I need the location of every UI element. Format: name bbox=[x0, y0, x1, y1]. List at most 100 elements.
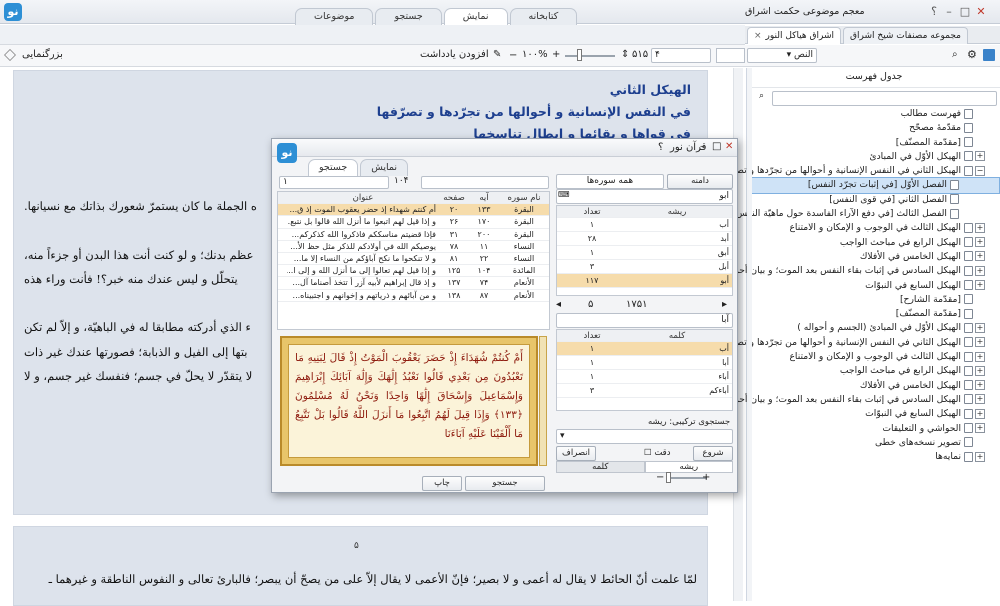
toc-item[interactable]: + الهیکل السادس في إثبات بقاء النفس بعد ا… bbox=[722, 264, 999, 278]
expand-icon[interactable]: + bbox=[975, 408, 985, 419]
result-row[interactable]: الأنعام ۷۴ ۱۳۷ و إذ قال إبراهيم لأبيه آزر أ… bbox=[278, 277, 549, 290]
toc-item[interactable]: تصویر نسخه‌های خطی bbox=[749, 436, 999, 450]
toc-item[interactable]: + الهیکل السابع في النبوّات bbox=[749, 407, 999, 421]
toc-item[interactable]: + نمایه‌ها bbox=[749, 450, 999, 464]
toc-search-input[interactable] bbox=[772, 91, 997, 106]
expand-icon[interactable]: + bbox=[975, 237, 985, 248]
toc-item[interactable]: − الهیکل الثاني في النفس الإنسانية و أحوا… bbox=[705, 164, 999, 178]
result-row[interactable]: البقرة ۲۰۰ ۳۱ فإذا قضيتم مناسككم فاذكروا ال… bbox=[278, 229, 549, 241]
result-row[interactable]: النساء ۱۱ ۷۸ يوصيكم الله في أولادكم للذكر م… bbox=[278, 241, 549, 253]
page-up-icon[interactable]: ⇕ bbox=[621, 49, 629, 60]
toc-item[interactable]: + الهیکل الثالث في الوجوب و الإمكان و الا… bbox=[749, 221, 999, 235]
word-row[interactable]: أبا ۱ bbox=[557, 356, 732, 371]
search-icon[interactable]: ⌕ bbox=[952, 49, 958, 60]
mode-select[interactable]: النص ▾ bbox=[747, 48, 817, 63]
toc-item[interactable]: [مقدّمة المصنّف] bbox=[749, 307, 999, 321]
expand-icon[interactable]: + bbox=[975, 151, 985, 162]
help-icon[interactable]: ؟ bbox=[927, 5, 941, 19]
mode-select-left[interactable] bbox=[716, 48, 745, 63]
word-row[interactable]: أب ۱ bbox=[557, 342, 732, 357]
mode-tab-word[interactable]: کلمه bbox=[556, 461, 645, 473]
page-input[interactable]: ۴ bbox=[651, 48, 711, 63]
expand-icon[interactable]: + bbox=[975, 423, 985, 434]
range-right-input[interactable] bbox=[421, 176, 549, 189]
minimize-icon[interactable]: – bbox=[942, 5, 956, 19]
dialog-close-icon[interactable]: ✕ bbox=[725, 141, 733, 152]
root-row[interactable]: أب ۱ bbox=[557, 218, 732, 233]
combo-select[interactable]: ▾ bbox=[556, 429, 733, 444]
root-row[interactable]: أبد ۲۸ bbox=[557, 232, 732, 247]
result-row[interactable]: المائدة ۱۰۴ ۱۲۵ و إذا قيل لهم تعالوا إلى ما… bbox=[278, 265, 549, 278]
doc-tab-hayakel[interactable]: × اشراق هیاکل النور bbox=[747, 27, 842, 44]
search-button[interactable]: جستجو bbox=[465, 476, 545, 491]
expand-icon[interactable]: + bbox=[975, 365, 985, 376]
collapse-icon[interactable]: − bbox=[975, 165, 985, 176]
expand-icon[interactable]: + bbox=[975, 265, 985, 276]
dialog-help-icon[interactable]: ؟ bbox=[658, 142, 663, 153]
pager-next-icon[interactable]: ◂ bbox=[556, 299, 561, 310]
word-row[interactable]: أباء ۱ bbox=[557, 370, 732, 385]
toc-item[interactable]: + الهیکل الأوّل في المبادئ bbox=[749, 150, 999, 164]
range-left-input[interactable]: ۱ bbox=[279, 176, 389, 189]
doc-tab-collection[interactable]: مجموعه مصنفات شیخ اشراق bbox=[843, 27, 968, 44]
keyboard-icon[interactable]: ⌨ bbox=[558, 190, 572, 202]
dialog-zoom-out-icon[interactable]: − bbox=[656, 472, 664, 483]
zoom-slider[interactable] bbox=[565, 55, 615, 57]
expand-icon[interactable]: + bbox=[975, 394, 985, 405]
expand-icon[interactable]: + bbox=[975, 222, 985, 233]
expand-icon[interactable]: + bbox=[975, 451, 985, 462]
result-row[interactable]: النساء ۲۲ ۸۱ و لا تنكحوا ما نكح آباؤكم من ا… bbox=[278, 253, 549, 266]
cancel-button[interactable]: انصراف bbox=[556, 446, 596, 461]
toc-search-icon[interactable]: ⌕ bbox=[759, 91, 771, 103]
tab-display[interactable]: نمایش bbox=[443, 8, 508, 25]
expand-icon[interactable]: + bbox=[975, 380, 985, 391]
dialog-tab-search[interactable]: جستجو bbox=[308, 159, 359, 176]
toc-item[interactable]: الفصل الثالث [في دفع الآراء الفاسدة حول … bbox=[732, 207, 999, 221]
toc-item[interactable]: + الهیکل الثالث في الوجوب و الإمكان و الا… bbox=[749, 350, 999, 364]
toc-item[interactable]: مقدّمهٔ مصحّح bbox=[749, 121, 999, 135]
toc-item[interactable]: الفصل الثاني [في قوى النفس] bbox=[749, 193, 999, 207]
scope-button[interactable]: دامنه bbox=[667, 174, 733, 189]
toc-item[interactable]: + الهیکل السادس في إثبات بقاء النفس بعد ا… bbox=[722, 393, 999, 407]
surah-scope-select[interactable]: همه سوره‌ها bbox=[556, 174, 664, 189]
dialog-maximize-icon[interactable]: □ bbox=[712, 141, 721, 152]
word-row[interactable]: أباءكم ۳ bbox=[557, 384, 732, 399]
zoom-slider-thumb[interactable] bbox=[577, 49, 582, 61]
word-search-input[interactable]: آبا bbox=[556, 313, 733, 328]
expand-icon[interactable]: + bbox=[975, 322, 985, 333]
toc-item[interactable]: + الهیکل الخامس في الأفلاك bbox=[749, 250, 999, 264]
doc-tab-close-icon[interactable]: × bbox=[754, 28, 762, 44]
root-row[interactable]: أبل ۳ bbox=[557, 260, 732, 275]
tab-search[interactable]: جستجو bbox=[375, 8, 442, 25]
zoom-in-icon[interactable]: + bbox=[552, 49, 560, 60]
dialog-tab-display[interactable]: نمایش bbox=[360, 159, 409, 176]
start-button[interactable]: شروع bbox=[693, 446, 733, 461]
tab-topics[interactable]: موضوعات bbox=[295, 8, 374, 25]
layers-icon[interactable] bbox=[4, 49, 16, 61]
dialog-minimize-icon[interactable]: – bbox=[700, 141, 705, 152]
toc-item[interactable]: + الهیکل الرابع في مباحث الواجب bbox=[749, 364, 999, 378]
result-row[interactable]: الأنعام ۸۷ ۱۳۸ و من آبائهم و ذرياتهم و إخوا… bbox=[278, 290, 549, 302]
toc-item[interactable]: + الهیکل الرابع في مباحث الواجب bbox=[749, 236, 999, 250]
quran-scrollbar[interactable] bbox=[539, 336, 547, 466]
toc-scrollbar[interactable] bbox=[747, 68, 752, 601]
close-icon[interactable]: ✕ bbox=[974, 5, 988, 19]
expand-icon[interactable]: + bbox=[975, 251, 985, 262]
add-note-button[interactable]: افزودن یادداشت bbox=[420, 49, 489, 60]
result-row[interactable]: البقرة ۱۳۳ ۲۰ أم كنتم شهداء إذ حضر يعقوب ال… bbox=[278, 204, 549, 217]
toc-item[interactable]: [مقدّمة الشارح] bbox=[749, 293, 999, 307]
toc-item[interactable]: [مقدّمة المصنّف] bbox=[749, 136, 999, 150]
expand-icon[interactable]: + bbox=[975, 280, 985, 291]
pager-prev-icon[interactable]: ▸ bbox=[722, 299, 727, 310]
dialog-zoom-thumb[interactable] bbox=[666, 472, 671, 483]
exact-checkbox[interactable]: ☐ دقت bbox=[644, 448, 671, 458]
zoom-out-icon[interactable]: − bbox=[509, 50, 517, 61]
expand-icon[interactable]: + bbox=[975, 337, 985, 348]
toc-item[interactable]: + الهیکل السابع في النبوّات bbox=[749, 279, 999, 293]
gear-icon[interactable]: ⚙ bbox=[967, 48, 977, 61]
toc-item[interactable]: + الهیکل الخامس في الأفلاك bbox=[749, 379, 999, 393]
toc-item[interactable]: الفصل الأوّل [في إثبات تجرّد النفس] bbox=[748, 177, 1000, 194]
toc-item[interactable]: +الهیکل الثاني في النفس الإنسانية و أحوا… bbox=[685, 336, 999, 350]
tab-library[interactable]: کتابخانه bbox=[509, 8, 578, 25]
print-button[interactable]: چاپ bbox=[422, 476, 462, 491]
